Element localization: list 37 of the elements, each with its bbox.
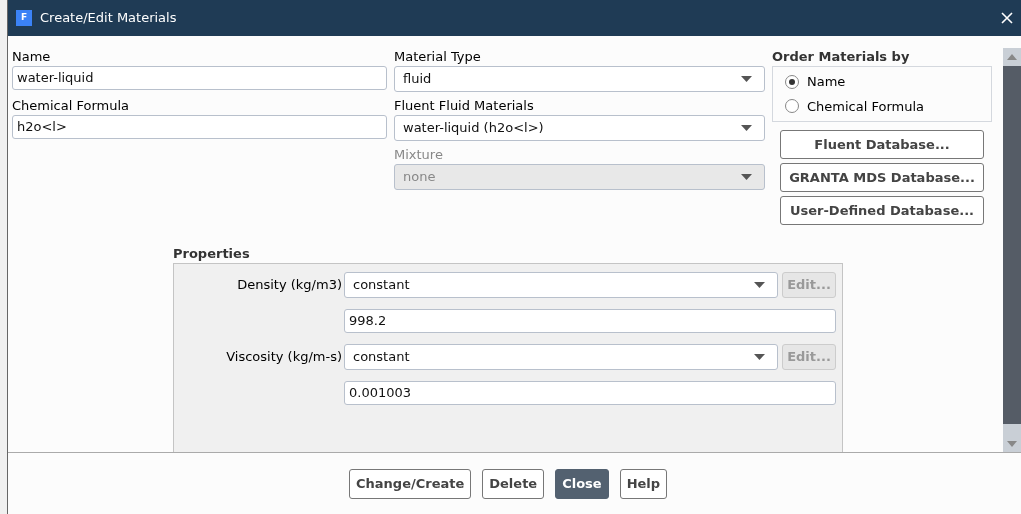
database-button[interactable]: User-Defined Database... [780,196,984,225]
database-button[interactable]: Fluent Database... [780,130,984,159]
input-field[interactable]: 0.001003 [344,381,836,405]
input-field[interactable]: 998.2 [344,309,836,333]
input-field[interactable]: h2o<l> [12,115,387,139]
dropdown[interactable]: fluid [394,66,765,92]
window-title: Create/Edit Materials [40,9,178,28]
footer-button[interactable]: Delete [482,468,545,499]
field-label: Mixture [394,146,444,164]
field-label: Material Type [394,48,482,66]
dropdown[interactable]: constant [344,344,778,370]
app-icon: F [16,10,32,26]
section-title: Properties [173,245,251,263]
group-title: Order Materials by [772,48,911,66]
radio-button[interactable] [785,99,799,114]
footer-button[interactable]: Change/Create [349,468,472,499]
caret-icon [741,174,752,180]
field-label: Name [12,48,52,66]
footer-button[interactable]: Help [619,468,668,499]
property-label: Viscosity (kg/m-s) [225,348,343,367]
dropdown[interactable]: water-liquid (h2o<l>) [394,115,765,141]
property-label: Density (kg/m3) [236,276,343,295]
field-label: Chemical Formula [12,97,130,115]
database-button[interactable]: GRANTA MDS Database... [780,163,984,192]
radio-label: Name [807,73,846,91]
close-icon[interactable] [1001,12,1013,24]
scrollbar[interactable] [1003,48,1021,452]
field-label: Fluent Fluid Materials [394,97,535,115]
caret-icon [741,76,752,82]
dropdown[interactable]: constant [344,272,778,298]
caret-icon [741,125,752,131]
input-field[interactable]: water-liquid [12,66,387,90]
caret-icon [754,282,765,288]
radio-button[interactable] [785,74,799,89]
radio-label: Chemical Formula [807,97,924,116]
footer-button[interactable]: Close [555,468,609,499]
caret-icon [754,354,765,360]
